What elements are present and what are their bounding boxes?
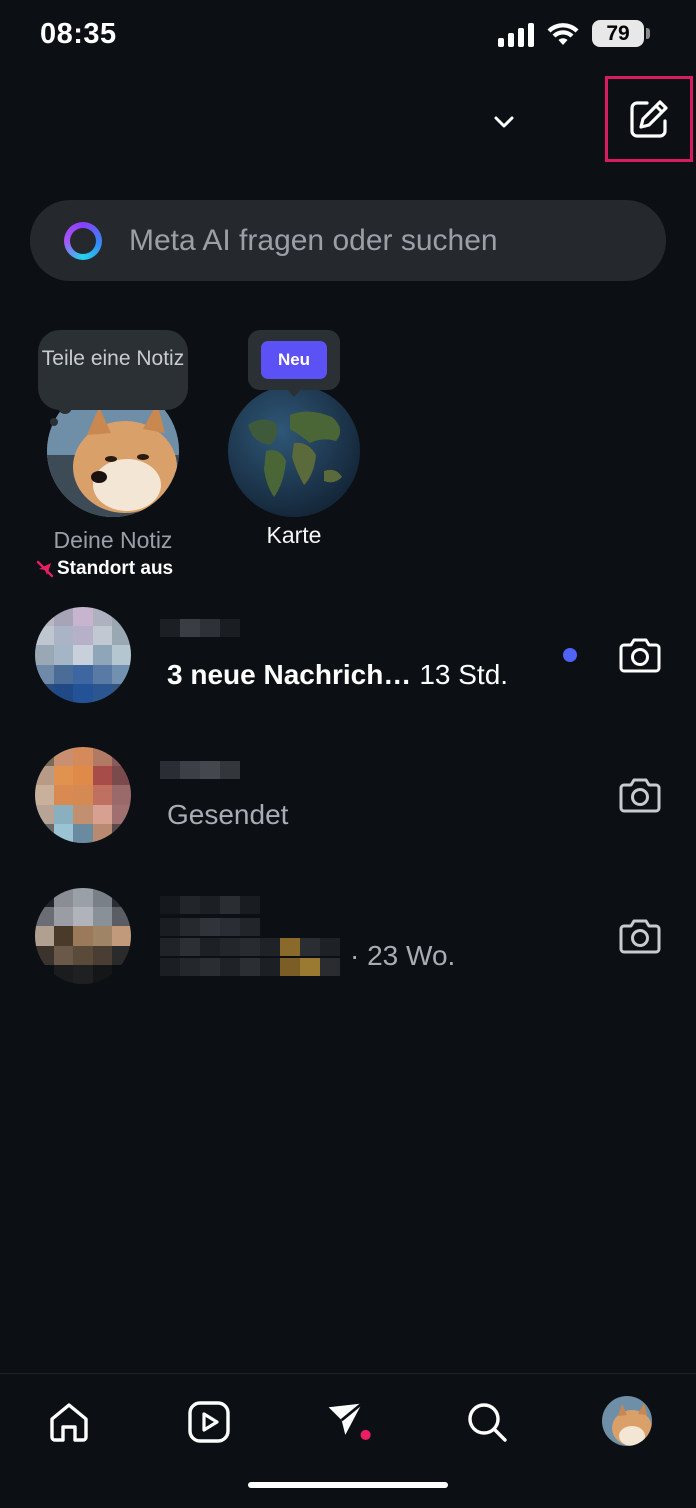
search-icon	[468, 1403, 507, 1442]
note-bubble-text: Teile eine Notiz	[41, 347, 185, 370]
blurred-contact-name	[160, 896, 260, 914]
camera-icon[interactable]	[618, 775, 662, 815]
blurred-contact-name	[160, 761, 240, 779]
battery-level: 79	[606, 21, 630, 45]
new-badge: Neu	[260, 341, 328, 379]
globe-map-icon	[228, 385, 360, 517]
blurred-contact-name	[160, 619, 240, 637]
map-label: Karte	[266, 522, 322, 548]
blurred-message-preview	[160, 938, 340, 956]
blurred-contact-name-line	[160, 918, 260, 936]
conversation-preview: 3 neue Nachrich… 13 Std.	[167, 659, 508, 691]
tab-search[interactable]	[463, 1398, 511, 1446]
chevron-down-icon[interactable]	[490, 108, 518, 136]
home-indicator	[248, 1482, 448, 1488]
location-status-text: Standort aus	[57, 558, 174, 579]
wifi-icon	[547, 22, 579, 45]
profile-avatar	[602, 1396, 652, 1446]
tab-home[interactable]	[45, 1398, 93, 1446]
conversation-row[interactable]: 3 neue Nachrich… 13 Std.	[0, 607, 696, 717]
camera-icon[interactable]	[618, 635, 662, 675]
cellular-signal-icon	[498, 21, 534, 47]
location-status[interactable]: Standort aus	[36, 558, 173, 580]
direct-messages-screen: 08:35 79 Meta AI fragen oder suchen Teil…	[0, 0, 696, 1508]
home-icon	[50, 1403, 88, 1442]
status-indicators: 79	[498, 20, 650, 47]
own-note-label: Deine Notiz	[53, 527, 173, 553]
conversation-row[interactable]: · 23 Wo.	[0, 888, 696, 998]
blurred-message-preview-line	[160, 958, 340, 976]
reels-icon	[188, 1401, 230, 1443]
camera-icon[interactable]	[618, 916, 662, 956]
compose-button[interactable]	[605, 76, 693, 162]
search-placeholder: Meta AI fragen oder suchen	[129, 223, 498, 257]
tab-messages[interactable]	[325, 1398, 373, 1446]
conversation-time: 13 Std.	[419, 659, 509, 690]
unread-dot	[563, 648, 577, 662]
note-bubble-tail	[58, 400, 72, 414]
meta-ai-ring-icon	[64, 221, 102, 260]
conversation-row[interactable]: Gesendet	[0, 747, 696, 857]
map-globe[interactable]	[228, 385, 360, 517]
avatar	[35, 747, 131, 843]
badge-tail	[285, 387, 303, 397]
compose-edit-icon	[630, 100, 668, 138]
new-badge-container: Neu	[248, 330, 340, 390]
status-time: 08:35	[40, 18, 117, 50]
tab-reels[interactable]	[185, 1398, 233, 1446]
conversation-preview: Gesendet	[167, 799, 289, 830]
battery-icon: 79	[592, 20, 650, 47]
tab-profile[interactable]	[602, 1396, 652, 1446]
avatar	[35, 888, 131, 984]
messages-icon	[328, 1402, 371, 1440]
note-bubble-tail-small	[50, 418, 58, 426]
note-bubble[interactable]: Teile eine Notiz	[38, 330, 188, 410]
meta-ai-search-bar[interactable]: Meta AI fragen oder suchen	[30, 200, 666, 281]
location-off-icon	[36, 560, 54, 578]
avatar	[35, 607, 131, 703]
conversation-time: · 23 Wo.	[350, 940, 456, 971]
unread-preview: 3 neue Nachrich…	[167, 659, 412, 690]
